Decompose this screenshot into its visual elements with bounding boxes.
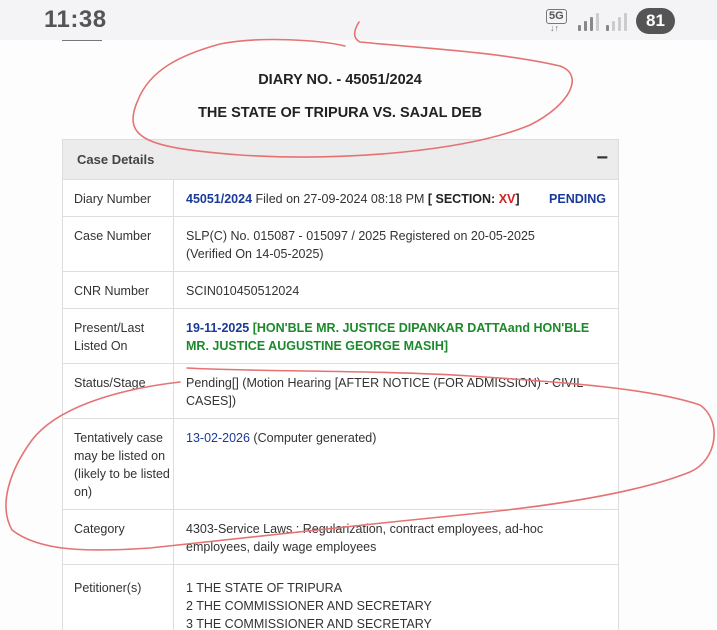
row-label: Diary Number — [63, 180, 174, 216]
tentative-date: 13-02-2026 — [186, 431, 250, 445]
case-number-value: SLP(C) No. 015087 - 015097 / 2025 Regist… — [186, 229, 535, 243]
row-value: 45051/2024 Filed on 27-09-2024 08:18 PM … — [174, 180, 618, 216]
list-item: 1 THE STATE OF TRIPURA — [186, 581, 343, 595]
status-time: 11:38 — [44, 6, 107, 33]
section-value: XV — [498, 192, 516, 206]
row-label: Tentatively case may be listed on (likel… — [63, 419, 174, 509]
signal-strength-icon-2 — [604, 11, 628, 31]
row-label: Present/Last Listed On — [63, 309, 174, 363]
section-open: [ SECTION: — [427, 192, 499, 206]
list-item: 2 THE COMMISSIONER AND SECRETARY — [186, 599, 432, 613]
annotation-circle-header — [132, 21, 573, 158]
row-label: Case Number — [63, 217, 174, 271]
row-value: SLP(C) No. 015087 - 015097 / 2025 Regist… — [174, 217, 618, 271]
status-badge: PENDING — [549, 192, 606, 206]
row-tentative-date: Tentatively case may be listed on (likel… — [63, 419, 618, 510]
signal-strength-icon — [576, 11, 600, 31]
divider — [62, 40, 102, 41]
row-value: 19-11-2025 [HON'BLE MR. JUSTICE DIPANKAR… — [174, 309, 618, 363]
status-bar: 11:38 5G ↓↑ 81 — [0, 0, 717, 40]
diary-heading: DIARY NO. - 45051/2024 — [258, 72, 422, 88]
tentative-note: (Computer generated) — [249, 431, 377, 445]
case-verified-text: (Verified On 14-05-2025) — [186, 247, 324, 261]
section-close: ] — [515, 192, 520, 206]
battery-icon: 81 — [636, 8, 675, 34]
data-arrows-icon: ↓↑ — [550, 23, 559, 33]
list-item: 3 THE COMMISSIONER AND SECRETARY — [186, 617, 432, 630]
row-petitioners: Petitioner(s) 1 THE STATE OF TRIPURA 2 T… — [63, 565, 618, 630]
category-value: 4303-Service Laws : Regularization, cont… — [186, 522, 544, 554]
row-value: 13-02-2026 (Computer generated) — [174, 419, 618, 509]
diary-number-value: 45051/2024 — [186, 192, 253, 206]
row-category: Category 4303-Service Laws : Regularizat… — [63, 510, 618, 565]
row-cnr-number: CNR Number SCIN010450512024 — [63, 272, 618, 309]
cnr-value: SCIN010450512024 — [186, 284, 300, 298]
case-details-header[interactable]: Case Details − — [63, 140, 618, 180]
row-diary-number: Diary Number 45051/2024 Filed on 27-09-2… — [63, 180, 618, 217]
case-details-table: Case Details − Diary Number 45051/2024 F… — [62, 139, 619, 630]
row-label: Category — [63, 510, 174, 564]
row-label: Petitioner(s) — [63, 565, 174, 630]
parties-heading: THE STATE OF TRIPURA VS. SAJAL DEB — [198, 105, 482, 121]
listed-date: 19-11-2025 — [186, 321, 250, 335]
row-label: CNR Number — [63, 272, 174, 308]
row-status-stage: Status/Stage Pending[] (Motion Hearing [… — [63, 364, 618, 419]
case-details-title: Case Details — [77, 152, 155, 167]
row-case-number: Case Number SLP(C) No. 015087 - 015097 /… — [63, 217, 618, 272]
row-present-last: Present/Last Listed On 19-11-2025 [HON'B… — [63, 309, 618, 364]
collapse-icon[interactable]: − — [596, 148, 608, 168]
filed-on-text: Filed on 27-09-2024 08:18 PM — [252, 192, 428, 206]
network-5g-icon: 5G — [546, 9, 567, 24]
petitioner-list: 1 THE STATE OF TRIPURA 2 THE COMMISSIONE… — [174, 565, 618, 630]
status-stage-value: Pending[] (Motion Hearing [AFTER NOTICE … — [186, 376, 583, 408]
row-label: Status/Stage — [63, 364, 174, 418]
